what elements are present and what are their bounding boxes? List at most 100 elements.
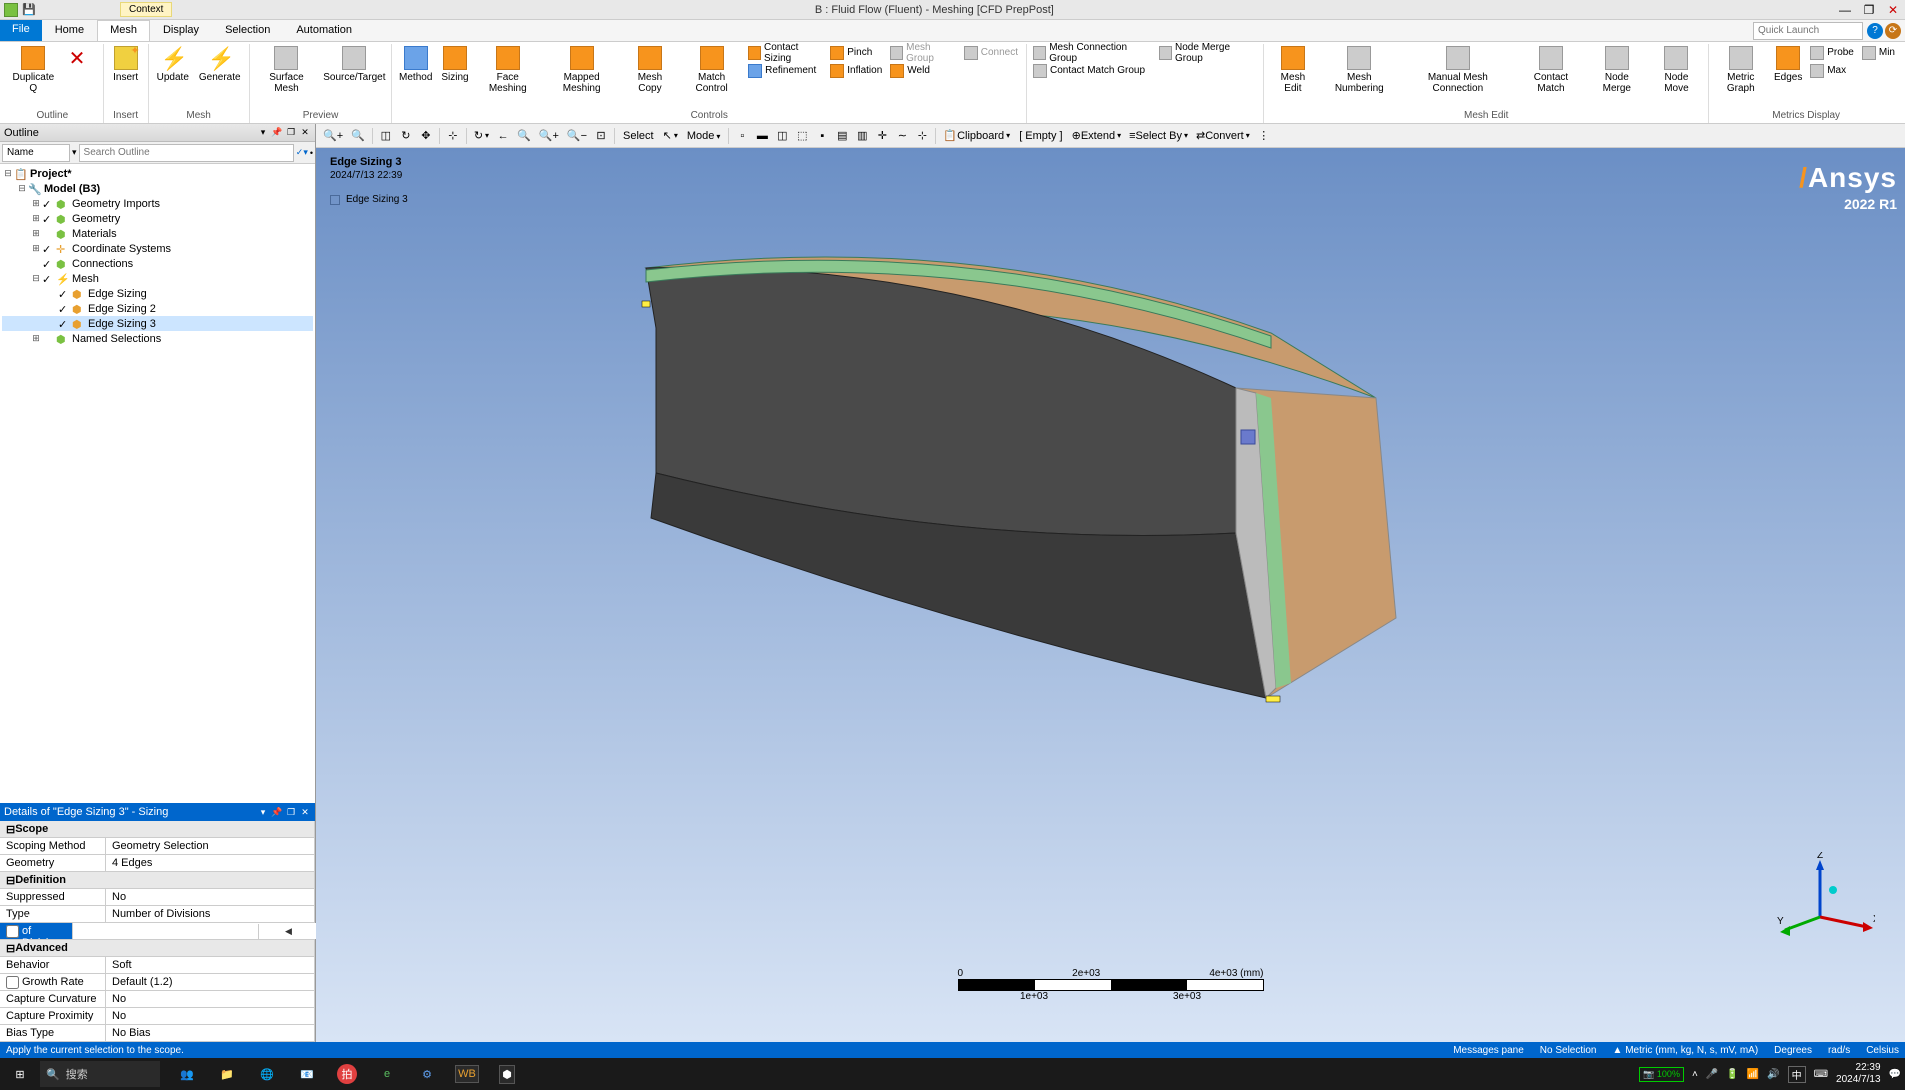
- max-button[interactable]: Max: [1808, 62, 1858, 79]
- details-advanced-header[interactable]: ⊟ Advanced: [0, 940, 315, 957]
- zoom-box-icon[interactable]: 🔍: [514, 127, 534, 145]
- viewport-3d[interactable]: Edge Sizing 3 2024/7/13 22:39 Edge Sizin…: [316, 148, 1905, 1042]
- details-definition-header[interactable]: ⊟ Definition: [0, 872, 315, 889]
- fit-all-icon[interactable]: ⊡: [592, 127, 610, 145]
- delete-button[interactable]: ✕: [63, 44, 99, 74]
- vertex-select-icon[interactable]: ▫: [733, 127, 751, 145]
- method-button[interactable]: Method: [396, 44, 435, 85]
- tab-file[interactable]: File: [0, 20, 42, 41]
- tab-home[interactable]: Home: [42, 20, 97, 41]
- taskbar-ie[interactable]: e: [368, 1058, 406, 1090]
- details-float-icon[interactable]: ❐: [285, 806, 297, 818]
- tree-geometry[interactable]: ⊞✓⬢Geometry: [2, 211, 313, 226]
- mesh-edit-button[interactable]: Mesh Edit: [1268, 44, 1318, 96]
- prev-view-icon[interactable]: ←: [494, 127, 512, 145]
- edges-button[interactable]: Edges: [1770, 44, 1806, 85]
- duplicate-button[interactable]: Duplicate Q: [6, 44, 61, 96]
- details-scoping-method[interactable]: Scoping MethodGeometry Selection: [0, 838, 315, 855]
- details-window-position-icon[interactable]: ▾: [257, 806, 269, 818]
- inflation-button[interactable]: Inflation: [828, 62, 886, 79]
- triad[interactable]: Z X Y: [1775, 852, 1875, 952]
- toolbar-more-icon[interactable]: ⋮: [1255, 127, 1273, 145]
- float-icon[interactable]: ❐: [285, 127, 297, 139]
- tray-keyboard-icon[interactable]: ⌨: [1814, 1069, 1828, 1080]
- tray-battery-icon[interactable]: 🔋: [1726, 1069, 1738, 1080]
- select-pointer-icon[interactable]: ↖: [660, 127, 681, 145]
- num-divisions-input[interactable]: [73, 924, 258, 939]
- window-position-icon[interactable]: ▾: [257, 127, 269, 139]
- search-dropdown-icon[interactable]: ✓▾: [296, 147, 308, 158]
- mesh-connection-group-button[interactable]: Mesh Connection Group: [1031, 44, 1155, 61]
- coord-select-icon[interactable]: ✛: [873, 127, 891, 145]
- mode-dropdown[interactable]: Mode: [683, 130, 725, 142]
- tree-connections[interactable]: ✓⬢Connections: [2, 256, 313, 271]
- tray-zoom[interactable]: 📷 100%: [1639, 1067, 1684, 1082]
- match-control-button[interactable]: Match Control: [679, 44, 744, 96]
- manual-mesh-connection-button[interactable]: Manual Mesh Connection: [1401, 44, 1515, 96]
- body-select-icon[interactable]: ⬚: [793, 127, 811, 145]
- tab-mesh[interactable]: Mesh: [97, 20, 150, 41]
- connect-button[interactable]: Connect: [962, 44, 1022, 61]
- tab-selection[interactable]: Selection: [212, 20, 283, 41]
- taskbar-app-red[interactable]: 拍: [328, 1058, 366, 1090]
- taskbar-explorer[interactable]: 📁: [208, 1058, 246, 1090]
- taskbar-people[interactable]: 👥: [168, 1058, 206, 1090]
- taskbar-edge[interactable]: 🌐: [248, 1058, 286, 1090]
- tray-mic-icon[interactable]: 🎤: [1706, 1069, 1718, 1080]
- details-geometry[interactable]: Geometry4 Edges: [0, 855, 315, 872]
- taskbar-wb[interactable]: WB: [448, 1058, 486, 1090]
- min-button[interactable]: Min: [1860, 44, 1899, 61]
- contact-sizing-button[interactable]: Contact Sizing: [746, 44, 826, 61]
- center-icon[interactable]: ⊹: [444, 127, 462, 145]
- iso-view-icon[interactable]: ◫: [377, 127, 395, 145]
- clipboard-dropdown[interactable]: 📋Clipboard: [940, 127, 1013, 145]
- contact-match-button[interactable]: Contact Match: [1517, 44, 1585, 96]
- element-select-icon[interactable]: ▤: [833, 127, 851, 145]
- details-num-divisions[interactable]: Number of Divisions ◀ ▶: [0, 923, 315, 940]
- outline-name-filter[interactable]: [2, 144, 70, 162]
- start-button[interactable]: ⊞: [0, 1058, 40, 1090]
- minimize-button[interactable]: —: [1833, 1, 1857, 19]
- extend-dropdown[interactable]: ⊕Extend: [1069, 127, 1124, 145]
- rotate-mode-icon[interactable]: ↻: [471, 127, 492, 145]
- taskbar-app-blue[interactable]: ⚙: [408, 1058, 446, 1090]
- mesh-copy-button[interactable]: Mesh Copy: [623, 44, 677, 96]
- tree-named-selections[interactable]: ⊞⬢Named Selections: [2, 331, 313, 346]
- qat-save-icon[interactable]: 💾: [22, 3, 36, 16]
- close-button[interactable]: ✕: [1881, 1, 1905, 19]
- element-face-icon[interactable]: ▥: [853, 127, 871, 145]
- zoom-icon[interactable]: 🔍: [348, 127, 368, 145]
- tree-materials[interactable]: ⊞⬢Materials: [2, 226, 313, 241]
- node-merge-button[interactable]: Node Merge: [1587, 44, 1646, 96]
- filter-dropdown-icon[interactable]: ▾: [72, 147, 77, 158]
- edge-select-icon[interactable]: ▬: [753, 127, 771, 145]
- select-by-dropdown[interactable]: ≡Select By: [1126, 127, 1191, 145]
- zoom-in-icon[interactable]: 🔍+: [536, 127, 562, 145]
- close-panel-icon[interactable]: ✕: [299, 127, 311, 139]
- face-meshing-button[interactable]: Face Meshing: [475, 44, 541, 96]
- taskbar-meshing[interactable]: ⬢: [488, 1058, 526, 1090]
- details-growth-rate[interactable]: Growth RateDefault (1.2): [0, 974, 315, 991]
- probe-button[interactable]: Probe: [1808, 44, 1858, 61]
- outline-search-input[interactable]: [79, 144, 294, 162]
- num-div-checkbox[interactable]: [6, 925, 19, 938]
- tray-ime[interactable]: 中: [1788, 1066, 1806, 1083]
- details-suppressed[interactable]: SuppressedNo: [0, 889, 315, 906]
- fit-icon[interactable]: 🔍+: [320, 127, 346, 145]
- tree-coord[interactable]: ⊞✓✛Coordinate Systems: [2, 241, 313, 256]
- metric-graph-button[interactable]: Metric Graph: [1713, 44, 1768, 96]
- zoom-out-icon[interactable]: 🔍−: [564, 127, 590, 145]
- path-select-icon[interactable]: ∼: [893, 127, 911, 145]
- node-select-icon[interactable]: ▪: [813, 127, 831, 145]
- update-button[interactable]: ⚡ Update: [153, 44, 193, 85]
- details-bias[interactable]: Bias TypeNo Bias: [0, 1025, 315, 1042]
- generate-button[interactable]: ⚡ Generate: [195, 44, 245, 85]
- contact-match-group-button[interactable]: Contact Match Group: [1031, 62, 1155, 79]
- refinement-button[interactable]: Refinement: [746, 62, 826, 79]
- details-curvature[interactable]: Capture CurvatureNo: [0, 991, 315, 1008]
- node-merge-group-button[interactable]: Node Merge Group: [1157, 44, 1259, 61]
- tab-automation[interactable]: Automation: [283, 20, 365, 41]
- taskbar-search[interactable]: 🔍 搜索: [40, 1061, 160, 1087]
- surface-mesh-button[interactable]: Surface Mesh: [254, 44, 320, 96]
- sizing-button[interactable]: Sizing: [437, 44, 473, 85]
